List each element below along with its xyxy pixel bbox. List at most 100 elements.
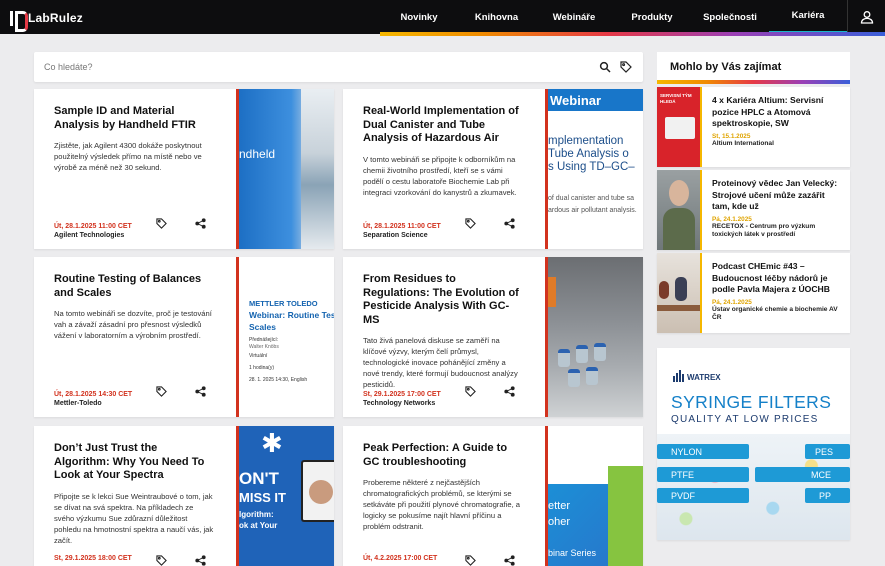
nav-item-novinky[interactable]: Novinky: [380, 0, 458, 34]
tag-icon[interactable]: [465, 386, 476, 397]
card-date: Út, 28.1.2025 14:30 CET: [54, 391, 133, 398]
card-description: Probereme některé z nejčastějších chroma…: [363, 478, 521, 531]
card-title[interactable]: Don’t Just Trust the Algorithm: Why You …: [54, 442, 214, 483]
share-icon[interactable]: [195, 386, 206, 397]
thumb-line: ok at Your: [239, 521, 278, 530]
card-description: Tato živá panelová diskuse se zaměří na …: [363, 336, 518, 389]
share-icon[interactable]: [504, 386, 515, 397]
sidebar-article[interactable]: SERVISNÍ TÝM HLEDÁ 4 x Kariéra Altium: S…: [657, 87, 850, 167]
card-organizer[interactable]: Technology Networks: [363, 400, 441, 407]
article-date: Pá, 24.1.2025: [712, 215, 752, 223]
search-icon[interactable]: [599, 61, 611, 73]
ad-headline: SYRINGE FILTERS: [671, 392, 832, 412]
card-date: St, 29.1.2025 18:00 CET: [54, 555, 132, 562]
card-title[interactable]: Peak Perfection: A Guide to GC troublesh…: [363, 442, 523, 469]
article-thumbnail[interactable]: SERVISNÍ TÝM HLEDÁ: [657, 87, 700, 167]
card-title[interactable]: Real-World Implementation of Dual Canist…: [363, 105, 523, 146]
article-organization[interactable]: Ústav organické chemie a biochemie AV ČR: [712, 306, 844, 323]
ad-label: PP: [805, 488, 850, 503]
share-icon[interactable]: [195, 555, 206, 566]
tag-icon[interactable]: [156, 555, 167, 566]
search-bar: [34, 52, 643, 82]
thumb-line: 1 hodina(y): [249, 365, 275, 371]
article-title[interactable]: Proteinový vědec Jan Velecký: Strojové u…: [712, 178, 844, 213]
ad-label: PES: [805, 444, 850, 459]
article-thumbnail[interactable]: [657, 170, 700, 250]
nav-item-produkty[interactable]: Produkty: [613, 0, 691, 34]
card-thumbnail[interactable]: etter oher binar Series: [545, 426, 643, 566]
card-date: Út, 4.2.2025 17:00 CET: [363, 555, 438, 562]
share-icon[interactable]: [195, 218, 206, 229]
card-title[interactable]: Sample ID and Material Analysis by Handh…: [54, 105, 214, 132]
watrex-logo: WATREX: [673, 370, 721, 382]
thumb-line: ON'T: [239, 469, 279, 488]
card-title[interactable]: Routine Testing of Balances and Scales: [54, 273, 214, 300]
article-organization[interactable]: Altium International: [712, 140, 844, 149]
search-input[interactable]: [44, 59, 564, 75]
card-thumbnail[interactable]: Webinar mplementation Tube Analysis o s …: [545, 89, 643, 249]
thumb-line: 28. 1. 2025 14:30, English: [249, 377, 308, 383]
ad-subheadline: QUALITY AT LOW PRICES: [671, 414, 819, 425]
watrex-advertisement[interactable]: WATREX SYRINGE FILTERS QUALITY AT LOW PR…: [657, 348, 850, 540]
card-title[interactable]: From Residues to Regulations: The Evolut…: [363, 273, 523, 327]
webinar-card[interactable]: Peak Perfection: A Guide to GC troublesh…: [343, 426, 643, 566]
webinar-card[interactable]: From Residues to Regulations: The Evolut…: [343, 257, 643, 417]
sidebar-article[interactable]: Proteinový vědec Jan Velecký: Strojové u…: [657, 170, 850, 250]
thumb-line: METTLER TOLEDO: [249, 299, 318, 308]
thumb-line: Virtuální: [249, 353, 268, 359]
article-date: St, 15.1.2025: [712, 132, 751, 140]
card-description: Připojte se k lekci Sue Weintraubové o t…: [54, 491, 214, 545]
webinar-card[interactable]: Don’t Just Trust the Algorithm: Why You …: [34, 426, 334, 566]
thumb-line: Walter Knöbs: [249, 344, 279, 350]
article-title[interactable]: 4 x Kariéra Altium: Servisní pozice HPLC…: [712, 95, 844, 130]
share-icon[interactable]: [504, 218, 515, 229]
sidebar-article[interactable]: Podcast CHEmic #43 – Budoucnost léčby ná…: [657, 253, 850, 333]
card-organizer[interactable]: Mettler-Toledo: [54, 400, 132, 407]
thumb-line: oher: [548, 516, 571, 528]
tag-icon[interactable]: [156, 386, 167, 397]
nav-item-webinare[interactable]: Webináře: [535, 0, 613, 34]
article-date: Pá, 24.1.2025: [712, 298, 752, 306]
article-organization[interactable]: RECETOX - Centrum pro výzkum toxických l…: [712, 223, 844, 240]
sidebar-gradient-bar: [657, 80, 850, 84]
card-date: Út, 28.1.2025 11:00 CET: [54, 223, 132, 230]
snowflake-icon: ✱: [261, 428, 283, 458]
card-description: Na tomto webináři se dozvíte, proč je te…: [54, 309, 212, 340]
webinar-card[interactable]: Routine Testing of Balances and Scales N…: [34, 257, 334, 417]
thumb-line: Tube Analysis o: [548, 148, 629, 160]
card-organizer[interactable]: Agilent Technologies: [54, 232, 132, 239]
webinar-card[interactable]: Sample ID and Material Analysis by Handh…: [34, 89, 334, 249]
card-organizer[interactable]: Separation Science: [363, 232, 441, 239]
tag-icon[interactable]: [620, 61, 632, 73]
article-thumbnail[interactable]: [657, 253, 700, 333]
thumb-line: s Using TD–GC–: [548, 161, 635, 173]
labrulez-logo[interactable]: LabRulez: [10, 10, 83, 32]
thumb-line: mplementation: [548, 135, 624, 147]
nav-item-knihovna[interactable]: Knihovna: [458, 0, 535, 34]
card-thumbnail[interactable]: METTLER TOLEDO Webinar: Routine Test Sca…: [236, 257, 334, 417]
card-date: Út, 28.1.2025 11:00 CET: [363, 223, 441, 230]
thumb-line: HLEDÁ: [660, 99, 676, 104]
ad-label: NYLON: [657, 444, 749, 459]
tag-icon[interactable]: [156, 218, 167, 229]
ad-label: PTFE: [657, 467, 749, 482]
ad-label: MCE: [755, 467, 850, 482]
thumb-line: Přednášející:: [249, 337, 279, 343]
thumb-line: ardous air pollutant analysis.: [548, 207, 637, 214]
article-title[interactable]: Podcast CHEmic #43 – Budoucnost léčby ná…: [712, 261, 844, 296]
user-account-button[interactable]: [847, 0, 885, 34]
nav-item-spolecnosti[interactable]: Společnosti: [691, 0, 769, 34]
thumb-line: Webinar: Routine Test: [249, 310, 334, 320]
webinar-card[interactable]: Real-World Implementation of Dual Canist…: [343, 89, 643, 249]
tag-icon[interactable]: [465, 555, 476, 566]
top-navigation-bar: LabRulez Novinky Knihovna Webináře Produ…: [0, 0, 885, 34]
card-thumbnail[interactable]: [545, 257, 643, 417]
card-thumbnail[interactable]: ✱ ON'T MISS IT lgorithm: ok at Your: [236, 426, 334, 566]
tag-icon[interactable]: [465, 218, 476, 229]
card-description: V tomto webináři se připojte k odborníků…: [363, 154, 517, 197]
thumb-label: Webinar: [550, 93, 602, 108]
share-icon[interactable]: [504, 555, 515, 566]
nav-item-kariera[interactable]: Kariéra: [769, 0, 847, 34]
main-nav: Novinky Knihovna Webináře Produkty Spole…: [380, 0, 847, 34]
card-thumbnail[interactable]: ndheld: [236, 89, 334, 249]
